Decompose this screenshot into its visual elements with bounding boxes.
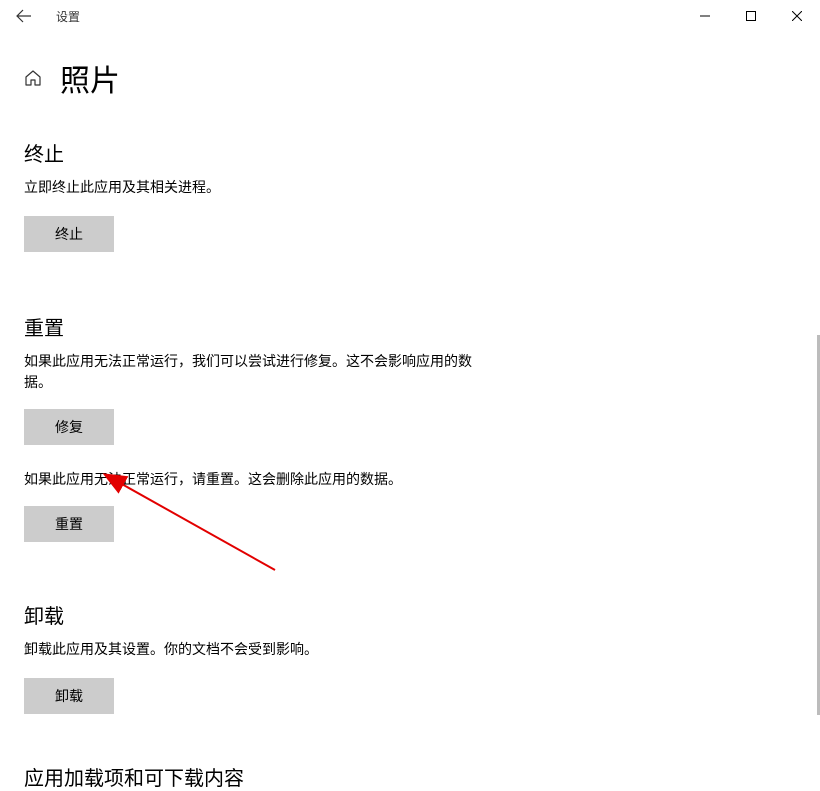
content-area: 终止 立即终止此应用及其相关进程。 终止 重置 如果此应用无法正常运行，我们可以… [0, 138, 500, 791]
home-button[interactable] [24, 69, 42, 87]
uninstall-section: 卸载 卸载此应用及其设置。你的文档不会受到影响。 卸载 [24, 600, 476, 714]
terminate-title: 终止 [24, 138, 476, 167]
repair-desc: 如果此应用无法正常运行，我们可以尝试进行修复。这不会影响应用的数据。 [24, 351, 476, 393]
reset-section: 重置 如果此应用无法正常运行，我们可以尝试进行修复。这不会影响应用的数据。 修复… [24, 312, 476, 542]
page-header: 照片 [0, 32, 820, 110]
scrollbar[interactable] [814, 32, 820, 707]
reset-title: 重置 [24, 312, 476, 341]
terminate-button[interactable]: 终止 [24, 216, 114, 252]
back-button[interactable] [0, 0, 48, 32]
addons-title: 应用加载项和可下载内容 [24, 762, 476, 791]
repair-button[interactable]: 修复 [24, 409, 114, 445]
addons-section: 应用加载项和可下载内容 [24, 762, 476, 791]
window-controls [682, 0, 820, 32]
minimize-icon [700, 11, 710, 21]
close-icon [792, 11, 802, 21]
maximize-icon [746, 11, 756, 21]
uninstall-button[interactable]: 卸载 [24, 678, 114, 714]
titlebar: 设置 [0, 0, 820, 32]
arrow-left-icon [16, 8, 32, 24]
home-icon [24, 69, 42, 87]
terminate-section: 终止 立即终止此应用及其相关进程。 终止 [24, 138, 476, 252]
terminate-desc: 立即终止此应用及其相关进程。 [24, 177, 476, 198]
minimize-button[interactable] [682, 0, 728, 32]
reset-button[interactable]: 重置 [24, 506, 114, 542]
page-title: 照片 [60, 56, 120, 100]
close-button[interactable] [774, 0, 820, 32]
reset-desc: 如果此应用无法正常运行，请重置。这会删除此应用的数据。 [24, 469, 476, 490]
uninstall-title: 卸载 [24, 600, 476, 629]
uninstall-desc: 卸载此应用及其设置。你的文档不会受到影响。 [24, 639, 476, 660]
maximize-button[interactable] [728, 0, 774, 32]
window-title: 设置 [56, 8, 80, 25]
